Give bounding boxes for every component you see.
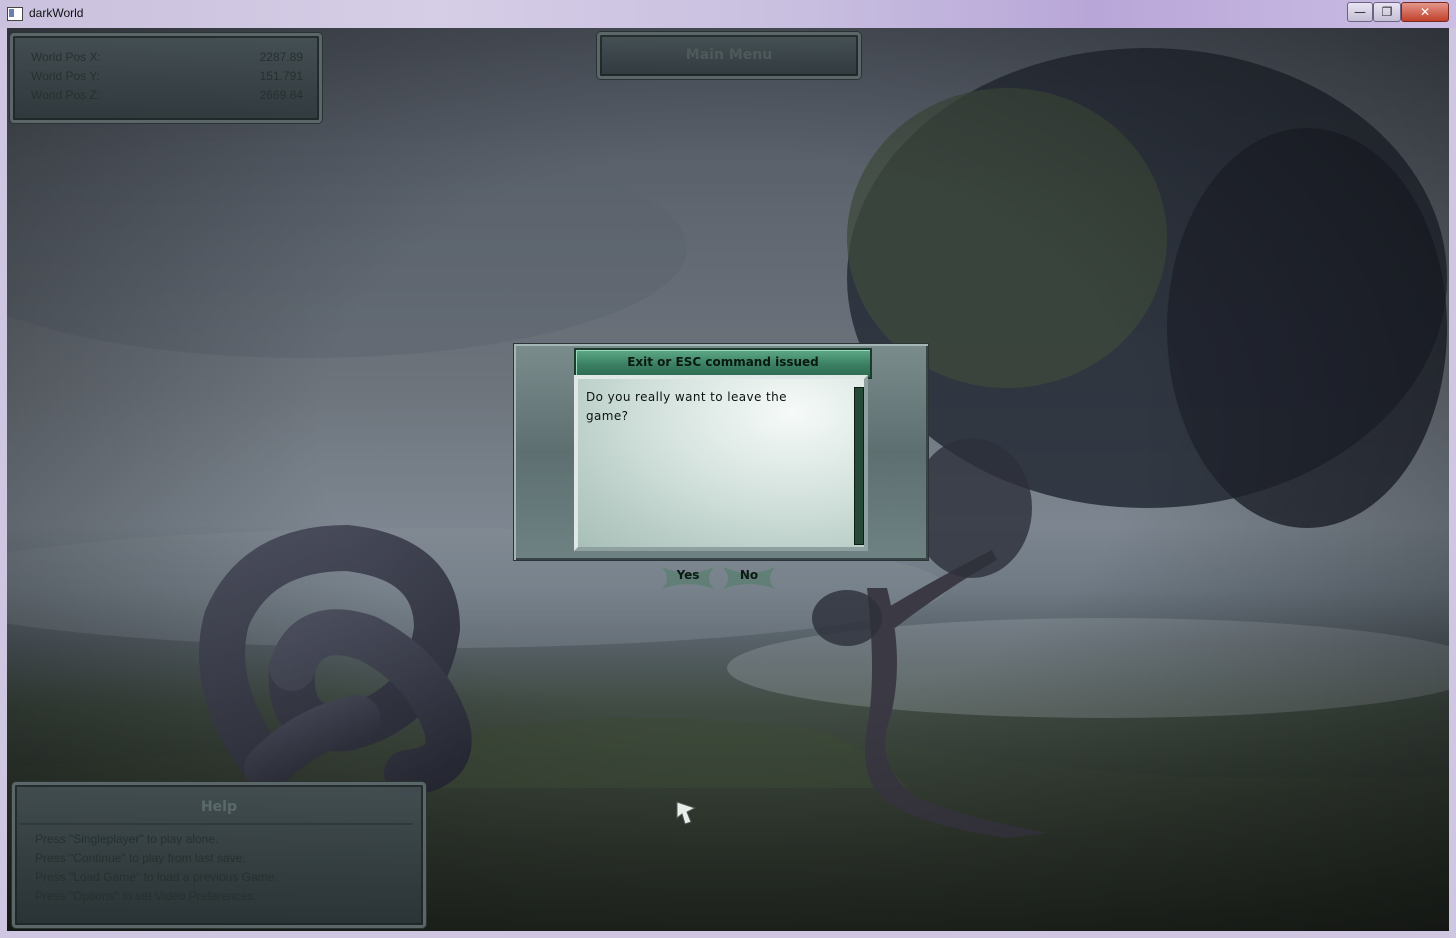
help-panel: Help Press "Singleplayer" to play alone.… [12, 782, 426, 928]
help-line: Press "Load Game" to load a previous Gam… [35, 870, 278, 884]
help-content: Press "Singleplayer" to play alone. Pres… [19, 823, 413, 919]
hill-crest [427, 718, 907, 788]
world-pos-x-value: 2287.89 [259, 50, 303, 64]
cloud [7, 138, 687, 358]
exit-dialog-body: Do you really want to leave the game? [574, 375, 868, 551]
yes-button-label: Yes [676, 568, 700, 582]
window-frame-right [1449, 28, 1456, 938]
no-button-label: No [739, 568, 759, 582]
help-line: Press "Singleplayer" to play alone. [35, 832, 219, 846]
window-frame-left [0, 28, 7, 938]
world-pos-z-value: 2669.84 [259, 88, 303, 102]
main-menu-label: Main Menu [685, 47, 773, 63]
minimize-button[interactable]: — [1347, 2, 1373, 22]
help-line: Press "Continue" to play from last save. [35, 851, 246, 865]
exit-dialog-message: Do you really want to leave the game? [586, 390, 787, 423]
world-pos-y-value: 151.791 [259, 69, 303, 83]
small-tree-foliage [912, 438, 1032, 578]
app-icon [7, 7, 23, 21]
world-pos-z-label: World Pos Z: [31, 88, 101, 102]
no-button[interactable]: No [721, 565, 777, 591]
yes-button[interactable]: Yes [660, 565, 716, 591]
world-pos-y-label: World Pos Y: [31, 69, 100, 83]
world-position-panel: World Pos X: 2287.89 World Pos Y: 151.79… [10, 33, 322, 123]
tree-leaves [1167, 128, 1447, 528]
main-menu-button[interactable]: Main Menu [597, 32, 861, 79]
small-tree-foliage [812, 590, 882, 646]
window-frame-bottom [0, 931, 1456, 938]
exit-dialog-scrollbar[interactable] [854, 387, 864, 545]
window-titlebar[interactable]: darkWorld — ❐ ✕ [0, 0, 1456, 29]
maximize-button[interactable]: ❐ [1373, 2, 1401, 22]
window-title: darkWorld [29, 6, 84, 20]
world-pos-x-label: World Pos X: [31, 50, 101, 64]
help-line: Press "Options" to set Video Preferences… [35, 889, 257, 903]
exit-dialog-title: Exit or ESC command issued [627, 355, 819, 369]
help-title: Help [200, 799, 238, 815]
game-cursor-icon [676, 801, 697, 825]
close-button[interactable]: ✕ [1401, 2, 1449, 22]
